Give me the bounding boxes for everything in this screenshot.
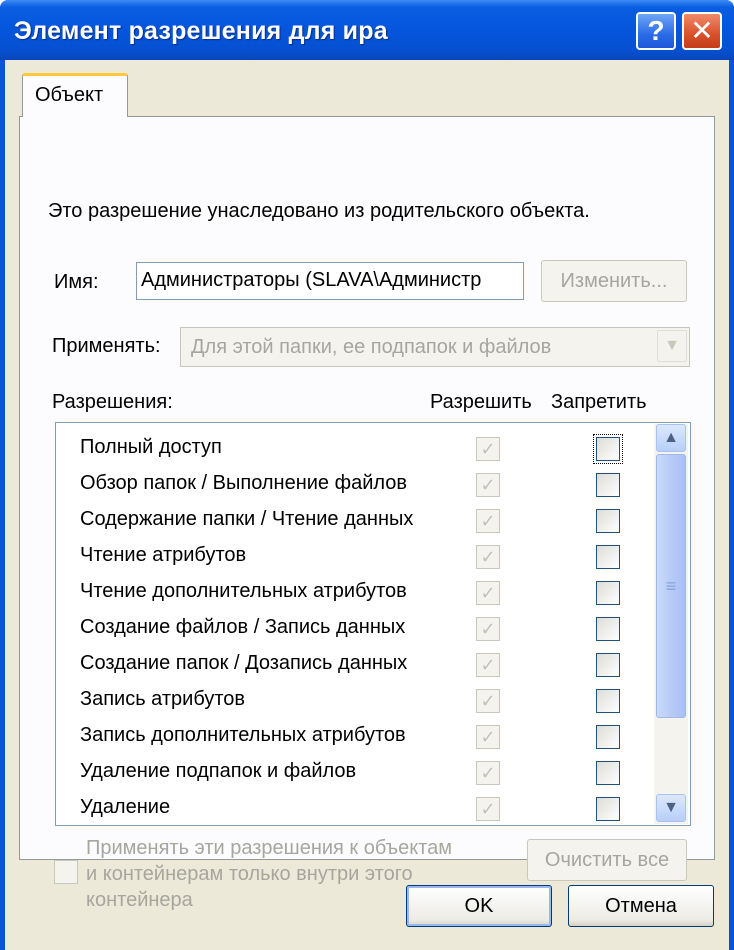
check-icon: ✓ <box>480 547 496 567</box>
apply-inside-label-line1: Применять эти разрешения к объектам <box>86 837 453 859</box>
permission-name: Запись атрибутов <box>80 688 246 710</box>
check-icon: ✓ <box>480 799 496 819</box>
permission-row: Чтение дополнительных атрибутов ✓ <box>56 575 652 611</box>
permission-row: Обзор папок / Выполнение файлов ✓ <box>56 467 652 503</box>
deny-checkbox[interactable] <box>596 473 620 497</box>
close-button[interactable]: ✕ <box>682 12 722 50</box>
permission-name: Удаление <box>80 796 171 818</box>
deny-checkbox[interactable] <box>596 653 620 677</box>
permission-row: Полный доступ ✓ <box>56 431 652 467</box>
permissions-label: Разрешения: <box>52 391 173 413</box>
permission-row: Удаление подпапок и файлов ✓ <box>56 755 652 791</box>
deny-checkbox[interactable] <box>596 725 620 749</box>
check-icon: ✓ <box>480 439 496 459</box>
scroll-thumb[interactable]: ≡ <box>656 454 686 718</box>
deny-checkbox[interactable] <box>596 617 620 641</box>
check-icon: ✓ <box>480 727 496 747</box>
window-title: Элемент разрешения для ира <box>14 17 388 45</box>
apply-to-value: Для этой папки, ее подпапок и файлов <box>191 336 552 358</box>
check-icon: ✓ <box>480 619 496 639</box>
permission-name: Создание файлов / Запись данных <box>80 616 406 638</box>
permission-row: Создание папок / Дозапись данных ✓ <box>56 647 652 683</box>
change-button[interactable]: Изменить... <box>541 260 687 302</box>
allow-checkbox[interactable]: ✓ <box>476 473 500 497</box>
apply-inside-label-line2: и контейнерам только внутри этого <box>86 863 413 885</box>
allow-checkbox[interactable]: ✓ <box>476 725 500 749</box>
deny-checkbox[interactable] <box>596 689 620 713</box>
permission-name: Чтение дополнительных атрибутов <box>80 580 407 602</box>
check-icon: ✓ <box>480 763 496 783</box>
deny-checkbox[interactable] <box>596 797 620 821</box>
permission-row: Создание файлов / Запись данных ✓ <box>56 611 652 647</box>
title-bar[interactable]: Элемент разрешения для ира ? ✕ <box>0 0 734 60</box>
ok-button[interactable]: OK <box>406 885 552 927</box>
allow-checkbox[interactable]: ✓ <box>476 509 500 533</box>
apply-to-dropdown[interactable]: Для этой папки, ее подпапок и файлов ▼ <box>180 327 690 367</box>
scroll-down-icon[interactable]: ▼ <box>656 794 686 822</box>
allow-column-header: Разрешить <box>430 391 532 413</box>
permission-name: Удаление подпапок и файлов <box>80 760 357 782</box>
allow-checkbox[interactable]: ✓ <box>476 797 500 821</box>
permission-row: Содержание папки / Чтение данных ✓ <box>56 503 652 539</box>
close-icon: ✕ <box>690 15 714 46</box>
permission-row: Чтение атрибутов ✓ <box>56 539 652 575</box>
permission-name: Обзор папок / Выполнение файлов <box>80 472 408 494</box>
permission-name: Создание папок / Дозапись данных <box>80 652 408 674</box>
apply-to-label: Применять: <box>52 335 161 357</box>
deny-checkbox[interactable] <box>596 545 620 569</box>
tab-panel-object: Это разрешение унаследовано из родительс… <box>19 116 715 911</box>
deny-checkbox[interactable] <box>596 509 620 533</box>
help-button[interactable]: ? <box>636 12 676 50</box>
deny-checkbox[interactable] <box>596 761 620 785</box>
clear-all-button[interactable]: Очистить все <box>527 839 687 881</box>
deny-checkbox[interactable] <box>596 581 620 605</box>
check-icon: ✓ <box>480 511 496 531</box>
deny-checkbox[interactable] <box>593 434 623 464</box>
check-icon: ✓ <box>480 583 496 603</box>
dialog-window: Элемент разрешения для ира ? ✕ Объект Эт… <box>0 0 734 950</box>
deny-column-header: Запретить <box>551 391 647 413</box>
permission-row: Удаление ✓ <box>56 791 652 825</box>
tab-object[interactable]: Объект <box>22 73 128 117</box>
check-icon: ✓ <box>480 475 496 495</box>
allow-checkbox[interactable]: ✓ <box>476 761 500 785</box>
tab-object-label: Объект <box>35 84 104 106</box>
permission-name: Чтение атрибутов <box>80 544 247 566</box>
permission-row: Запись дополнительных атрибутов ✓ <box>56 719 652 755</box>
apply-inside-label-line3: контейнера <box>86 889 193 911</box>
allow-checkbox[interactable]: ✓ <box>476 653 500 677</box>
allow-checkbox[interactable]: ✓ <box>476 617 500 641</box>
help-icon: ? <box>647 15 665 46</box>
check-icon: ✓ <box>480 655 496 675</box>
allow-checkbox[interactable]: ✓ <box>476 437 500 461</box>
check-icon: ✓ <box>480 691 496 711</box>
chevron-down-icon[interactable]: ▼ <box>657 330 687 362</box>
permission-name: Полный доступ <box>80 436 222 458</box>
allow-checkbox[interactable]: ✓ <box>476 545 500 569</box>
permission-row: Запись атрибутов ✓ <box>56 683 652 719</box>
apply-inside-checkbox[interactable] <box>54 860 78 884</box>
name-label: Имя: <box>54 271 99 293</box>
permissions-list[interactable]: ▲ ≡ ▼ Полный доступ ✓ Обзор папок / Выполн… <box>55 422 691 826</box>
cancel-button[interactable]: Отмена <box>568 885 714 927</box>
dialog-client-area: Объект Это разрешение унаследовано из ро… <box>5 60 729 950</box>
scroll-up-icon[interactable]: ▲ <box>656 424 686 452</box>
allow-checkbox[interactable]: ✓ <box>476 689 500 713</box>
permission-name: Содержание папки / Чтение данных <box>80 508 414 530</box>
name-field[interactable]: Администраторы (SLAVA\Администр <box>136 262 524 300</box>
allow-checkbox[interactable]: ✓ <box>476 581 500 605</box>
permissions-scrollbar[interactable]: ▲ ≡ ▼ <box>654 424 688 824</box>
inherited-note: Это разрешение унаследовано из родительс… <box>48 200 590 222</box>
permission-name: Запись дополнительных атрибутов <box>80 724 406 746</box>
